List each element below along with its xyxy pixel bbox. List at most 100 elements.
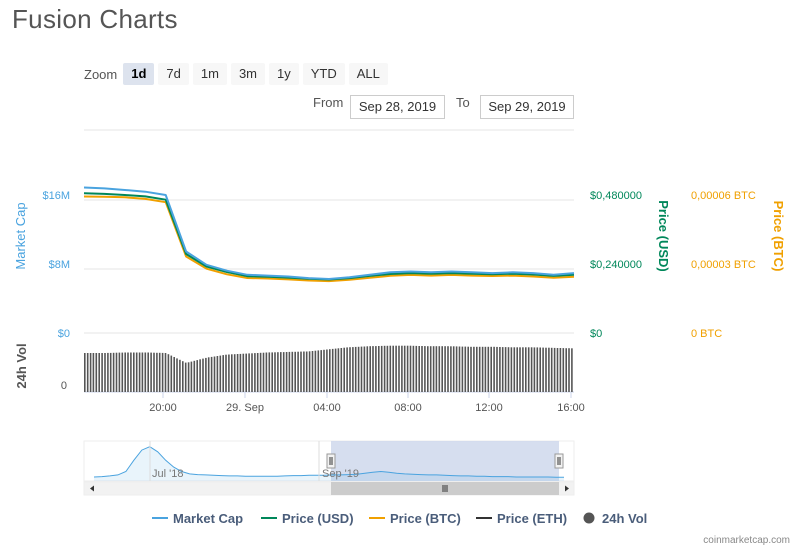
navigator-label: Jul '18	[152, 468, 183, 480]
price-usd-tick-label: $0,480000	[590, 190, 642, 202]
volume-bar	[294, 351, 296, 392]
volume-bar	[331, 348, 334, 392]
volume-bar	[305, 351, 308, 392]
volume-bar	[210, 356, 213, 392]
volume-bar	[300, 351, 302, 392]
legend-price-usd: Price (USD)	[282, 511, 354, 526]
x-tick-label: 16:00	[557, 402, 585, 414]
x-tick-label: 29. Sep	[226, 402, 264, 414]
volume-bar	[403, 345, 406, 392]
price-usd-line	[83, 192, 575, 281]
volume-bar	[568, 348, 570, 392]
volume-bar	[228, 354, 230, 392]
volume-bar	[98, 353, 100, 392]
volume-bar	[510, 347, 513, 392]
volume-bar	[559, 348, 562, 392]
volume-bar	[277, 352, 279, 392]
volume-bar	[262, 352, 265, 392]
volume-bar	[222, 355, 224, 392]
volume-bar	[470, 346, 472, 392]
price-usd-tick-label: $0	[590, 328, 602, 340]
volume-bar	[401, 345, 403, 392]
volume-bar	[216, 356, 219, 392]
volume-bar	[467, 346, 469, 392]
volume-bar	[147, 352, 149, 392]
volume-bar	[268, 352, 271, 392]
volume-bar	[571, 348, 573, 392]
volume-bar	[343, 347, 345, 392]
volume-bar	[354, 346, 357, 392]
volume-bar	[86, 353, 89, 392]
volume-bar	[167, 354, 170, 392]
volume-bar	[545, 347, 547, 392]
volume-bar	[349, 347, 351, 392]
volume-bar	[565, 348, 567, 392]
volume-bar	[409, 345, 412, 392]
volume-bar	[493, 346, 495, 392]
volume-bar	[527, 347, 530, 392]
volume-bar	[135, 352, 138, 392]
volume-bar	[274, 352, 276, 392]
volume-bar	[133, 352, 135, 392]
volume-bar	[176, 358, 178, 392]
volume-bar	[476, 346, 478, 392]
legend-market-cap: Market Cap	[173, 511, 243, 526]
volume-bar	[352, 347, 354, 392]
volume-bar	[245, 353, 247, 392]
volume-bar	[337, 348, 340, 392]
volume-bar	[392, 345, 394, 392]
legend-price-eth: Price (ETH)	[497, 511, 567, 526]
volume-bar	[179, 359, 181, 392]
volume-bar	[357, 346, 360, 392]
volume-bar	[386, 345, 389, 392]
volume-bar	[432, 346, 435, 392]
volume-bar	[346, 347, 348, 392]
volume-bar	[496, 346, 498, 392]
volume-bar	[170, 355, 173, 392]
volume-bar	[127, 352, 129, 392]
volume-bar	[156, 352, 158, 392]
volume-bar	[473, 346, 475, 392]
volume-bar	[378, 346, 380, 392]
volume-bar	[478, 346, 481, 392]
price-btc-axis-title: Price (BTC)	[771, 201, 786, 272]
volume-bar	[438, 346, 441, 392]
volume-bar	[187, 362, 190, 392]
volume-bar	[499, 347, 501, 392]
volume-bar	[231, 354, 233, 392]
volume-bar	[429, 346, 432, 392]
volume-bar	[562, 348, 565, 392]
volume-bar	[450, 346, 452, 392]
volume-bar	[372, 346, 374, 392]
volume-bar	[421, 346, 423, 392]
volume-bar	[435, 346, 438, 392]
market-cap-tick-label: $16M	[42, 190, 70, 202]
volume-bar	[490, 346, 492, 392]
volume-bar	[107, 352, 109, 392]
volume-bar	[556, 348, 559, 392]
volume-bar	[141, 352, 144, 392]
volume-bar	[150, 352, 152, 392]
volume-bar	[199, 359, 201, 392]
volume-bar	[487, 346, 490, 392]
volume-bar	[158, 352, 161, 392]
volume-bar	[398, 345, 400, 392]
volume-bar	[256, 353, 259, 392]
volume-bar	[288, 351, 291, 392]
volume-bar	[182, 361, 184, 392]
price-btc-line	[83, 195, 575, 283]
x-tick-label: 04:00	[313, 402, 341, 414]
volume-bar	[326, 349, 328, 392]
volume-bar	[285, 352, 288, 392]
volume-bar	[164, 353, 167, 392]
volume-bar	[121, 352, 124, 392]
volume-bar	[389, 345, 392, 392]
x-tick-label: 12:00	[475, 402, 503, 414]
volume-bar	[205, 357, 207, 392]
volume-bar	[242, 353, 245, 392]
volume-bar	[481, 346, 484, 392]
volume-bar	[458, 346, 461, 392]
volume-bar	[280, 352, 282, 392]
price-btc-tick-label: 0,00003 BTC	[691, 259, 756, 271]
price-usd-axis-title: Price (USD)	[656, 200, 671, 272]
